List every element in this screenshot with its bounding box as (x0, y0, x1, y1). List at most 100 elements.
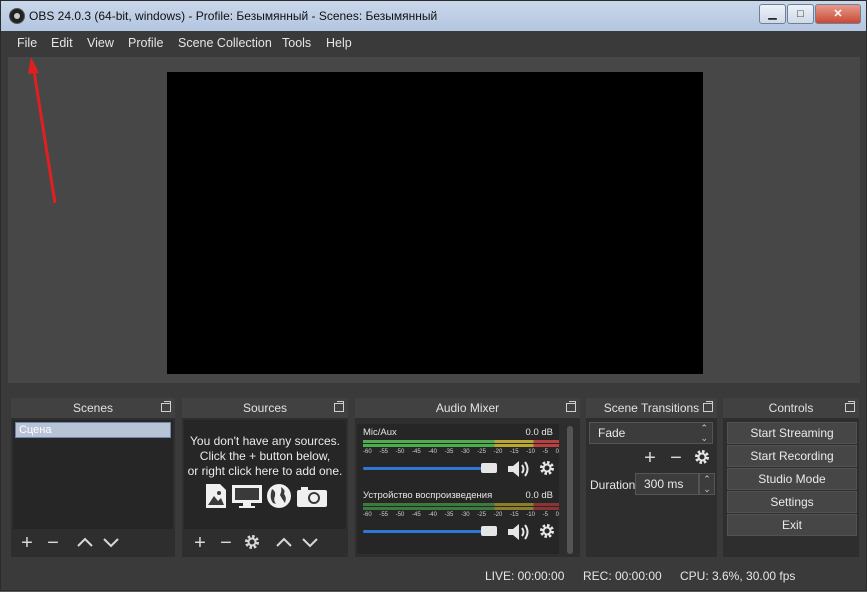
move-source-down-button[interactable] (300, 533, 320, 553)
maximize-icon: □ (797, 8, 804, 20)
mixer-channels: Mic/Aux 0.0 dB -60 -55 -50 -45 -40 -35 -30 -25-… (357, 424, 559, 554)
status-bar: LIVE: 00:00:00 REC: 00:00:00 CPU: 3.6%, … (1, 562, 866, 590)
scene-item[interactable]: Сцена (15, 422, 171, 438)
hint-line: You don't have any sources. (190, 434, 340, 448)
live-status: LIVE: 00:00:00 (485, 569, 565, 583)
remove-source-button[interactable]: − (216, 533, 236, 553)
scale-label: -55 (379, 512, 388, 518)
undock-icon[interactable] (845, 401, 855, 412)
sources-dock: Sources You don't have any sources. Clic… (182, 398, 348, 557)
duration-input[interactable]: 300 ms (635, 473, 699, 495)
obs-logo-icon (9, 8, 25, 24)
scale-label: -40 (428, 512, 437, 518)
scale-label: -5 (542, 449, 548, 455)
volume-slider-handle[interactable] (481, 526, 497, 536)
menu-file[interactable]: File (17, 36, 37, 50)
transitions-dock-header: Scene Transitions (586, 398, 717, 418)
preview-canvas[interactable] (167, 72, 703, 374)
scale-label: -25 (477, 512, 486, 518)
add-scene-button[interactable]: + (17, 533, 37, 553)
scenes-dock-header: Scenes (11, 398, 175, 418)
sources-dock-title: Sources (242, 401, 288, 415)
menu-view[interactable]: View (87, 36, 114, 50)
duration-spin-icon[interactable]: ⌃ ⌄ (699, 473, 715, 495)
add-source-button[interactable]: + (190, 533, 210, 553)
move-scene-down-button[interactable] (101, 533, 121, 553)
scale-label: -60 (363, 512, 372, 518)
volume-meter (363, 503, 559, 506)
scale-label: -45 (411, 449, 421, 455)
scenes-dock: Scenes Сцена + − (11, 398, 175, 557)
image-icon (206, 484, 226, 508)
volume-slider[interactable] (363, 463, 497, 473)
cpu-status: CPU: 3.6%, 30.00 fps (680, 569, 796, 583)
studio-mode-button[interactable]: Studio Mode (727, 468, 857, 490)
gear-icon[interactable] (538, 522, 556, 540)
gear-icon[interactable] (538, 459, 556, 477)
chevron-up-icon (77, 537, 93, 547)
transition-select[interactable]: Fade ⌃ ⌄ (589, 422, 713, 444)
speaker-icon[interactable] (507, 459, 531, 479)
minimize-button[interactable]: ▁ (759, 4, 786, 24)
plus-icon: + (644, 447, 656, 469)
start-recording-button[interactable]: Start Recording (727, 445, 857, 467)
close-icon: ✕ (833, 8, 843, 20)
scale-label: -30 (460, 512, 470, 518)
volume-meter (363, 507, 559, 510)
volume-meter (363, 444, 559, 447)
volume-slider-handle[interactable] (481, 463, 497, 473)
plus-icon: + (194, 532, 206, 554)
sources-dock-header: Sources (182, 398, 348, 418)
transition-properties-button[interactable] (692, 448, 712, 468)
minus-icon: − (670, 447, 682, 469)
menu-scene-collection[interactable]: Scene Collection (178, 36, 272, 50)
sources-list[interactable]: You don't have any sources. Click the + … (184, 420, 346, 529)
updown-icon: ⌃ ⌄ (700, 423, 708, 443)
minus-icon: − (220, 532, 232, 554)
scale-label: -55 (379, 449, 388, 455)
volume-slider[interactable] (363, 526, 497, 536)
undock-icon[interactable] (334, 401, 344, 412)
title-bar[interactable]: OBS 24.0.3 (64-bit, windows) - Profile: … (1, 1, 866, 31)
scale-label: -5 (542, 512, 548, 518)
settings-button[interactable]: Settings (727, 491, 857, 513)
start-streaming-button[interactable]: Start Streaming (727, 422, 857, 444)
mixer-scrollbar[interactable] (567, 426, 573, 554)
globe-icon (267, 484, 291, 508)
add-transition-button[interactable]: + (640, 448, 660, 468)
scale-label: -60 (363, 449, 372, 455)
close-button[interactable]: ✕ (815, 4, 861, 24)
scale-label: -25 (477, 449, 486, 455)
minimize-icon: ▁ (768, 8, 777, 20)
exit-button[interactable]: Exit (727, 514, 857, 536)
chevron-down-icon (103, 538, 119, 548)
camera-icon (297, 487, 327, 507)
scene-transitions-dock: Scene Transitions Fade ⌃ ⌄ + − Duration 3… (586, 398, 717, 557)
hint-line: or right click here to add one. (187, 464, 343, 478)
scale-label: -15 (509, 449, 519, 455)
move-source-up-button[interactable] (274, 533, 294, 553)
menu-tools[interactable]: Tools (282, 36, 311, 50)
source-type-icons (204, 483, 334, 509)
source-properties-button[interactable] (242, 533, 262, 553)
scenes-list[interactable]: Сцена (13, 420, 173, 529)
scale-label: -10 (526, 512, 535, 518)
maximize-button[interactable]: □ (787, 4, 814, 24)
undock-icon[interactable] (161, 401, 171, 412)
menu-bar: File Edit View Profile Scene Collection … (1, 31, 866, 55)
hint-line: Click the + button below, (199, 449, 331, 463)
sources-empty-hint: You don't have any sources. Click the + … (184, 434, 346, 479)
remove-scene-button[interactable]: − (43, 533, 63, 553)
menu-help[interactable]: Help (326, 36, 352, 50)
menu-edit[interactable]: Edit (51, 36, 73, 50)
speaker-icon[interactable] (507, 522, 531, 542)
undock-icon[interactable] (566, 401, 576, 412)
undock-icon[interactable] (703, 401, 713, 412)
scale-label: -35 (444, 512, 454, 518)
scale-label: -10 (526, 449, 535, 455)
gear-icon (245, 535, 259, 549)
menu-profile[interactable]: Profile (128, 36, 163, 50)
chevron-up-icon (276, 537, 292, 547)
remove-transition-button[interactable]: − (666, 448, 686, 468)
move-scene-up-button[interactable] (75, 533, 95, 553)
